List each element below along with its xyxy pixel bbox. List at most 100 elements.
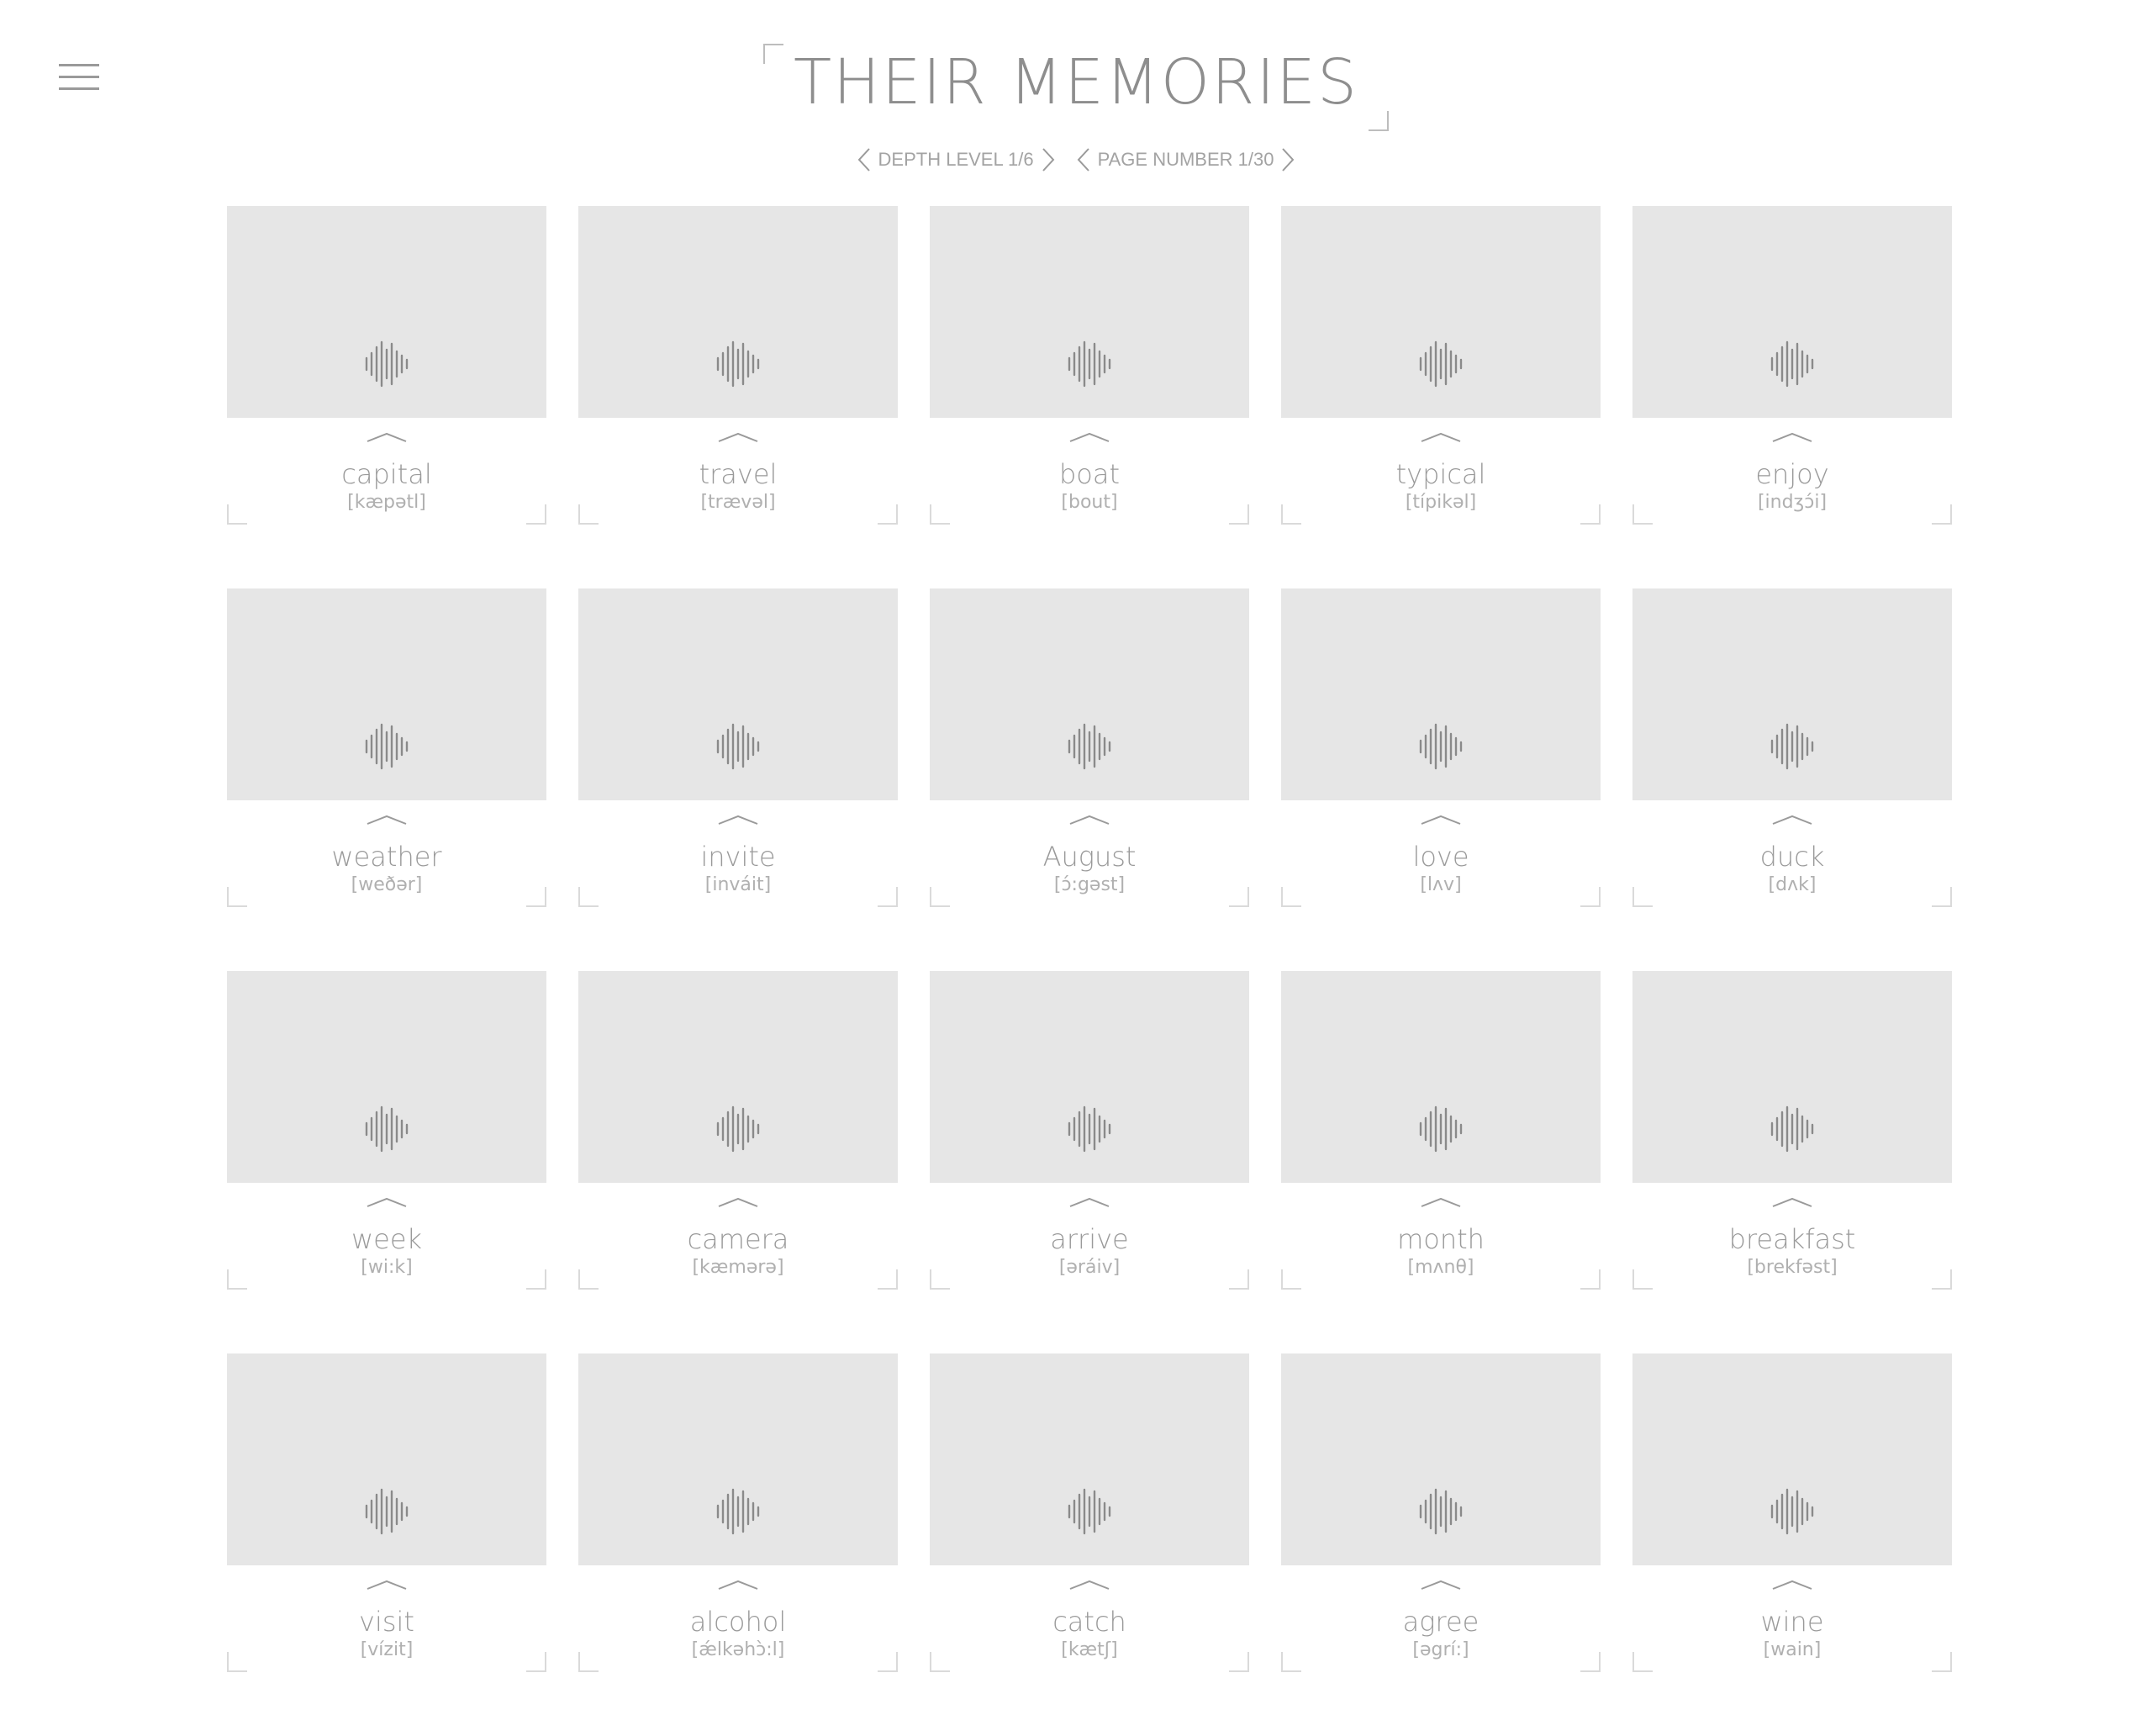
page-number-control: PAGE NUMBER 1/30 bbox=[1074, 146, 1298, 173]
chevron-up-icon[interactable] bbox=[1771, 814, 1813, 826]
chevron-up-icon[interactable] bbox=[366, 814, 408, 826]
card-word: alcohol bbox=[689, 1606, 787, 1638]
chevron-up-icon[interactable] bbox=[366, 1579, 408, 1591]
chevron-up-icon[interactable] bbox=[366, 1196, 408, 1208]
memory-photo[interactable] bbox=[1632, 588, 1952, 800]
memory-photo[interactable] bbox=[930, 588, 1249, 800]
corner-bracket-right bbox=[1580, 504, 1601, 525]
audio-wave-icon[interactable] bbox=[361, 723, 412, 770]
audio-wave-icon[interactable] bbox=[1767, 723, 1817, 770]
chevron-up-icon[interactable] bbox=[1068, 431, 1110, 443]
corner-bracket-right bbox=[1229, 1269, 1249, 1290]
memory-photo[interactable] bbox=[227, 206, 546, 418]
chevron-up-icon[interactable] bbox=[366, 431, 408, 443]
audio-wave-icon[interactable] bbox=[1064, 1105, 1115, 1153]
memory-photo[interactable] bbox=[227, 588, 546, 800]
chevron-up-icon[interactable] bbox=[1068, 1579, 1110, 1591]
chevron-up-icon[interactable] bbox=[1771, 1196, 1813, 1208]
chevron-up-icon[interactable] bbox=[1420, 431, 1462, 443]
corner-bracket-left bbox=[227, 1269, 247, 1290]
memory-photo[interactable] bbox=[930, 971, 1249, 1183]
memory-photo[interactable] bbox=[930, 1353, 1249, 1565]
chevron-up-icon[interactable] bbox=[717, 814, 759, 826]
memory-photo[interactable] bbox=[578, 971, 898, 1183]
chevron-up-icon[interactable] bbox=[1420, 814, 1462, 826]
memory-card[interactable]: camera [kæmərə] bbox=[578, 971, 898, 1353]
audio-wave-icon[interactable] bbox=[1416, 340, 1466, 388]
memory-photo[interactable] bbox=[1632, 206, 1952, 418]
audio-wave-icon[interactable] bbox=[1767, 340, 1817, 388]
memory-card[interactable]: visit [vízit] bbox=[227, 1353, 546, 1736]
audio-wave-icon[interactable] bbox=[1064, 723, 1115, 770]
memory-card[interactable]: travel [trævəl] bbox=[578, 206, 898, 588]
memory-card[interactable]: invite [inváit] bbox=[578, 588, 898, 971]
chevron-up-icon[interactable] bbox=[1068, 1196, 1110, 1208]
memory-card[interactable]: love [lʌv] bbox=[1281, 588, 1601, 971]
audio-wave-icon[interactable] bbox=[713, 1488, 763, 1535]
chevron-up-icon[interactable] bbox=[717, 1579, 759, 1591]
memory-card[interactable]: August [ɔ́:gəst] bbox=[930, 588, 1249, 971]
audio-wave-icon[interactable] bbox=[1064, 1488, 1115, 1535]
memory-photo[interactable] bbox=[227, 1353, 546, 1565]
audio-wave-icon[interactable] bbox=[361, 1105, 412, 1153]
memory-card[interactable]: duck [dʌk] bbox=[1632, 588, 1952, 971]
memory-card[interactable]: catch [kætʃ] bbox=[930, 1353, 1249, 1736]
chevron-up-icon[interactable] bbox=[1420, 1196, 1462, 1208]
memory-card[interactable]: capital [kæpətl] bbox=[227, 206, 546, 588]
audio-wave-icon[interactable] bbox=[1416, 1105, 1466, 1153]
memory-card[interactable]: enjoy [indʒɔ́i] bbox=[1632, 206, 1952, 588]
audio-wave-icon[interactable] bbox=[1767, 1488, 1817, 1535]
chevron-up-icon[interactable] bbox=[717, 431, 759, 443]
memory-card[interactable]: agree [əgrí:] bbox=[1281, 1353, 1601, 1736]
corner-bracket-left bbox=[578, 887, 599, 907]
memory-card[interactable]: arrive [əráiv] bbox=[930, 971, 1249, 1353]
memory-photo[interactable] bbox=[930, 206, 1249, 418]
page-next-chevron-right-icon[interactable] bbox=[1279, 146, 1297, 173]
chevron-up-icon[interactable] bbox=[1420, 1579, 1462, 1591]
memory-photo[interactable] bbox=[578, 206, 898, 418]
audio-wave-icon[interactable] bbox=[713, 340, 763, 388]
page-prev-chevron-left-icon[interactable] bbox=[1074, 146, 1093, 173]
pagination-nav: DEPTH LEVEL 1/6 PAGE NUMBER 1/30 bbox=[0, 143, 2152, 177]
memory-photo[interactable] bbox=[578, 588, 898, 800]
audio-wave-icon[interactable] bbox=[1064, 340, 1115, 388]
page-number-label: PAGE NUMBER 1/30 bbox=[1097, 149, 1274, 170]
audio-wave-icon[interactable] bbox=[713, 1105, 763, 1153]
audio-wave-icon[interactable] bbox=[361, 1488, 412, 1535]
depth-prev-chevron-left-icon[interactable] bbox=[855, 146, 873, 173]
memory-card[interactable]: breakfast [brekfəst] bbox=[1632, 971, 1952, 1353]
memory-photo[interactable] bbox=[578, 1353, 898, 1565]
corner-bracket-left bbox=[930, 504, 950, 525]
memory-photo[interactable] bbox=[1281, 588, 1601, 800]
memory-photo[interactable] bbox=[1281, 971, 1601, 1183]
chevron-up-icon[interactable] bbox=[1771, 431, 1813, 443]
chevron-up-icon[interactable] bbox=[1771, 1579, 1813, 1591]
memory-card[interactable]: boat [bout] bbox=[930, 206, 1249, 588]
memory-photo[interactable] bbox=[227, 971, 546, 1183]
chevron-up-icon[interactable] bbox=[717, 1196, 759, 1208]
memory-photo[interactable] bbox=[1632, 971, 1952, 1183]
corner-bracket-left bbox=[1281, 1269, 1301, 1290]
depth-next-chevron-right-icon[interactable] bbox=[1039, 146, 1058, 173]
depth-level-control: DEPTH LEVEL 1/6 bbox=[855, 146, 1058, 173]
audio-wave-icon[interactable] bbox=[713, 723, 763, 770]
audio-wave-icon[interactable] bbox=[1416, 1488, 1466, 1535]
memory-card[interactable]: wine [wain] bbox=[1632, 1353, 1952, 1736]
memory-card[interactable]: month [mʌnθ] bbox=[1281, 971, 1601, 1353]
memory-photo[interactable] bbox=[1281, 1353, 1601, 1565]
memory-card[interactable]: week [wi:k] bbox=[227, 971, 546, 1353]
audio-wave-icon[interactable] bbox=[1416, 723, 1466, 770]
depth-level-label: DEPTH LEVEL 1/6 bbox=[878, 149, 1034, 170]
corner-bracket-left bbox=[227, 887, 247, 907]
memory-photo[interactable] bbox=[1632, 1353, 1952, 1565]
card-pronunciation: [əgrí:] bbox=[1412, 1639, 1469, 1660]
audio-wave-icon[interactable] bbox=[1767, 1105, 1817, 1153]
card-word: capital bbox=[341, 458, 432, 490]
memory-card[interactable]: weather [weðər] bbox=[227, 588, 546, 971]
memory-card[interactable]: alcohol [ǽlkəhɔ̀:l] bbox=[578, 1353, 898, 1736]
chevron-up-icon[interactable] bbox=[1068, 814, 1110, 826]
audio-wave-icon[interactable] bbox=[361, 340, 412, 388]
memory-photo[interactable] bbox=[1281, 206, 1601, 418]
card-pronunciation: [lʌv] bbox=[1420, 874, 1462, 895]
memory-card[interactable]: typical [típikəl] bbox=[1281, 206, 1601, 588]
